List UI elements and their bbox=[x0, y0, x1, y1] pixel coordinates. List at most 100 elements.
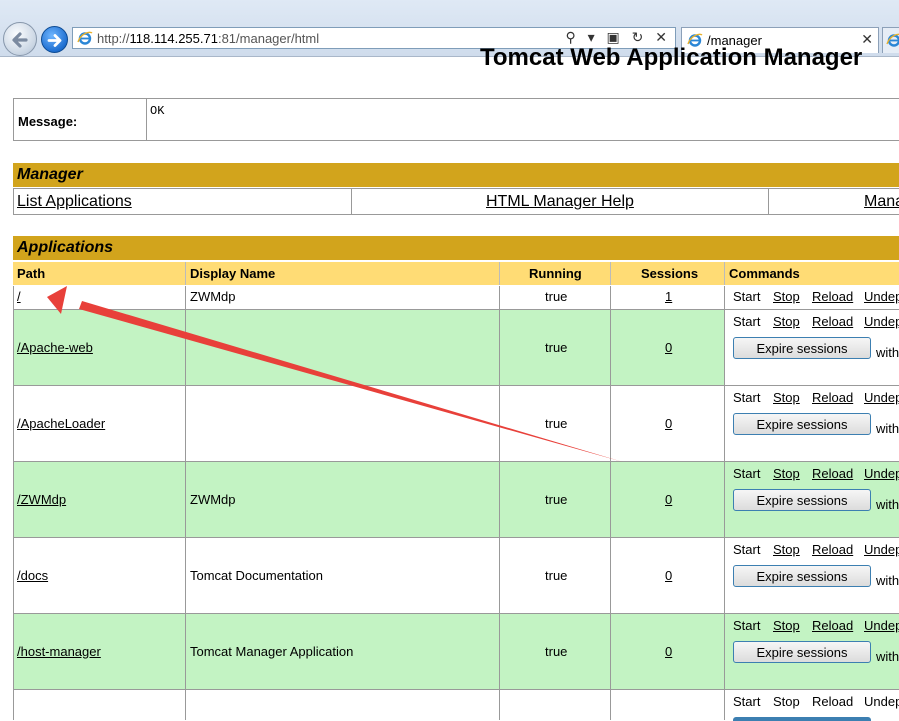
undeploy-link[interactable]: Undep bbox=[864, 542, 899, 557]
path-cell: /Apache-web bbox=[13, 310, 186, 386]
stop-link[interactable]: Stop bbox=[773, 289, 800, 304]
reload-link[interactable]: Reload bbox=[812, 618, 853, 633]
table-row: Start Stop Reload Undep bbox=[13, 690, 899, 721]
expire-sessions-button-partial[interactable] bbox=[733, 717, 871, 721]
display-name-cell: Tomcat Manager Application bbox=[186, 614, 500, 690]
display-name-cell: ZWMdp bbox=[186, 286, 500, 310]
start-command: Start bbox=[733, 466, 761, 481]
with-label: with bbox=[876, 573, 899, 588]
stop-link[interactable]: Stop bbox=[773, 542, 800, 557]
running-cell: true bbox=[500, 614, 611, 690]
running-cell: true bbox=[500, 462, 611, 538]
sessions-link[interactable]: 1 bbox=[665, 289, 672, 304]
undeploy-link[interactable]: Undep bbox=[864, 289, 899, 304]
start-command: Start bbox=[733, 542, 761, 557]
sessions-link[interactable]: 0 bbox=[665, 568, 672, 583]
expire-sessions-button[interactable]: Expire sessions bbox=[733, 413, 871, 435]
manager-link-cell-2: HTML Manager Help bbox=[352, 189, 769, 214]
undeploy-link[interactable]: Undep bbox=[864, 390, 899, 405]
page-title: Tomcat Web Application Manager bbox=[480, 44, 863, 71]
table-row: / ZWMdp true 1 Start Stop Reload Undep bbox=[13, 286, 899, 310]
manager-help-link[interactable]: Mana bbox=[864, 193, 899, 211]
back-arrow-icon bbox=[12, 32, 28, 48]
undeploy-link[interactable]: Undep bbox=[864, 466, 899, 481]
app-path-link[interactable]: /Apache-web bbox=[17, 340, 93, 355]
manager-link-cell-1: List Applications bbox=[14, 189, 352, 214]
column-header-path: Path bbox=[13, 262, 186, 285]
reload-link[interactable]: Reload bbox=[812, 390, 853, 405]
table-row: /docs Tomcat Documentation true 0 Start … bbox=[13, 538, 899, 614]
reload-link[interactable]: Reload bbox=[812, 542, 853, 557]
stop-link[interactable]: Stop bbox=[773, 390, 800, 405]
reload-link[interactable]: Reload bbox=[812, 314, 853, 329]
running-value: true bbox=[545, 568, 568, 583]
path-cell: /ZWMdp bbox=[13, 462, 186, 538]
message-label-cell: Message: bbox=[14, 99, 147, 140]
commands-cell: Start Stop Reload Undep Expire sessions … bbox=[725, 462, 899, 538]
display-name: Tomcat Manager Application bbox=[190, 644, 354, 659]
stop-link[interactable]: Stop bbox=[773, 314, 800, 329]
running-value: true bbox=[545, 416, 568, 431]
commands-cell: Start Stop Reload Undep bbox=[725, 286, 899, 310]
app-path-link[interactable]: /docs bbox=[17, 568, 48, 583]
running-cell: true bbox=[500, 286, 611, 310]
expire-sessions-button[interactable]: Expire sessions bbox=[733, 565, 871, 587]
applications-header-text: Applications bbox=[17, 239, 114, 256]
undeploy-link[interactable]: Undep bbox=[864, 618, 899, 633]
path-cell: /docs bbox=[13, 538, 186, 614]
message-value: OK bbox=[150, 104, 165, 118]
commands-cell: Start Stop Reload Undep bbox=[725, 690, 899, 721]
sessions-link[interactable]: 0 bbox=[665, 644, 672, 659]
running-cell bbox=[500, 690, 611, 720]
display-name-cell bbox=[186, 690, 500, 720]
tab-close-icon[interactable]: ✕ bbox=[861, 31, 873, 48]
reload-link[interactable]: Reload bbox=[812, 466, 853, 481]
display-name: ZWMdp bbox=[190, 492, 236, 507]
column-header-commands: Commands bbox=[725, 262, 899, 285]
address-url: http://118.114.255.71:81/manager/html bbox=[97, 31, 320, 46]
running-value: true bbox=[545, 289, 568, 304]
running-value: true bbox=[545, 340, 568, 355]
stop-link[interactable]: Stop bbox=[773, 466, 800, 481]
path-cell bbox=[13, 690, 186, 720]
forward-button[interactable] bbox=[41, 26, 68, 53]
sessions-cell: 0 bbox=[611, 462, 725, 538]
start-command: Start bbox=[733, 289, 761, 304]
undeploy-link[interactable]: Undep bbox=[864, 314, 899, 329]
commands-cell: Start Stop Reload Undep Expire sessions … bbox=[725, 386, 899, 462]
start-command: Start bbox=[733, 390, 761, 405]
stop-link[interactable]: Stop bbox=[773, 618, 800, 633]
back-button[interactable] bbox=[3, 22, 37, 56]
sessions-link[interactable]: 0 bbox=[665, 492, 672, 507]
sessions-link[interactable]: 0 bbox=[665, 416, 672, 431]
html-manager-help-link[interactable]: HTML Manager Help bbox=[486, 193, 634, 211]
list-applications-link[interactable]: List Applications bbox=[17, 193, 132, 211]
path-cell: / bbox=[13, 286, 186, 310]
sessions-link[interactable]: 0 bbox=[665, 340, 672, 355]
expire-sessions-button[interactable]: Expire sessions bbox=[733, 489, 871, 511]
stop-command: Stop bbox=[773, 694, 800, 709]
expire-sessions-button[interactable]: Expire sessions bbox=[733, 337, 871, 359]
browser-tab-second[interactable] bbox=[882, 27, 899, 53]
with-label: with bbox=[876, 649, 899, 664]
table-row: /ZWMdp ZWMdp true 0 Start Stop Reload Un… bbox=[13, 462, 899, 538]
app-path-link[interactable]: /host-manager bbox=[17, 644, 101, 659]
manager-links-row: List Applications HTML Manager Help Mana bbox=[13, 188, 899, 215]
sessions-cell: 0 bbox=[611, 538, 725, 614]
display-name-cell: ZWMdp bbox=[186, 462, 500, 538]
sessions-cell: 0 bbox=[611, 386, 725, 462]
display-name-cell bbox=[186, 310, 500, 386]
sessions-cell bbox=[611, 690, 725, 720]
app-path-link[interactable]: /ZWMdp bbox=[17, 492, 66, 507]
column-header-display-name: Display Name bbox=[186, 262, 500, 285]
app-path-link[interactable]: /ApacheLoader bbox=[17, 416, 105, 431]
start-command: Start bbox=[733, 694, 761, 709]
expire-sessions-button[interactable]: Expire sessions bbox=[733, 641, 871, 663]
app-path-link[interactable]: / bbox=[17, 289, 21, 304]
start-command: Start bbox=[733, 314, 761, 329]
with-label: with bbox=[876, 497, 899, 512]
manager-section-header: Manager bbox=[13, 163, 899, 187]
column-header-sessions: Sessions bbox=[611, 262, 725, 285]
table-row: /ApacheLoader true 0 Start Stop Reload U… bbox=[13, 386, 899, 462]
reload-link[interactable]: Reload bbox=[812, 289, 853, 304]
